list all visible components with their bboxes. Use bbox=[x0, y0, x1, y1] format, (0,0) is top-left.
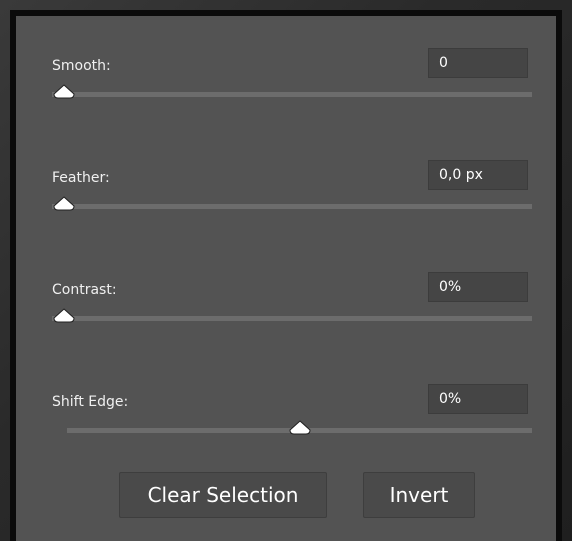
contrast-label: Contrast: bbox=[52, 282, 117, 298]
refine-edge-panel: Smooth: 0 Feather: 0,0 px Contrast: 0% S… bbox=[10, 10, 562, 541]
shift-edge-label: Shift Edge: bbox=[52, 394, 129, 410]
contrast-slider-track[interactable] bbox=[52, 316, 532, 321]
clear-selection-button[interactable]: Clear Selection bbox=[119, 472, 327, 518]
feather-label: Feather: bbox=[52, 170, 110, 186]
feather-value-field[interactable]: 0,0 px bbox=[428, 160, 528, 190]
feather-slider-track[interactable] bbox=[52, 204, 532, 209]
invert-button[interactable]: Invert bbox=[363, 472, 475, 518]
smooth-value-field[interactable]: 0 bbox=[428, 48, 528, 78]
smooth-slider-track[interactable] bbox=[52, 92, 532, 97]
shift-edge-value-field[interactable]: 0% bbox=[428, 384, 528, 414]
smooth-label: Smooth: bbox=[52, 58, 111, 74]
contrast-value-field[interactable]: 0% bbox=[428, 272, 528, 302]
